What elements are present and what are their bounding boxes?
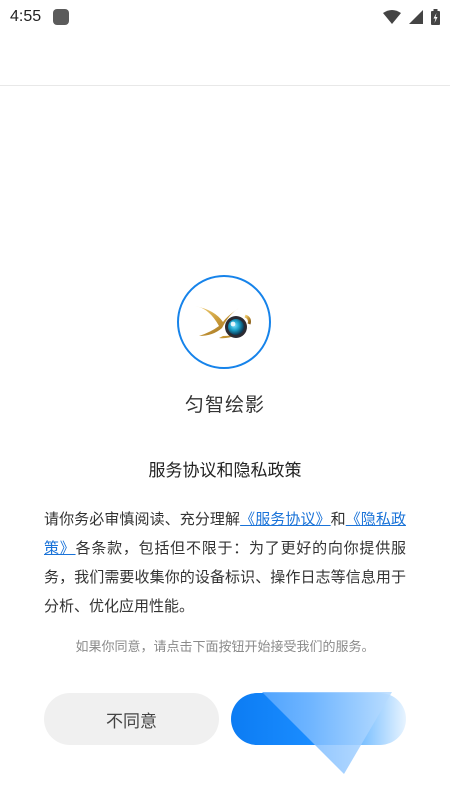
status-bar: 4:55	[0, 0, 450, 34]
agreement-body-text: 请你务必审慎阅读、充分理解《服务协议》和《隐私政策》各条款，包括但不限于：为了更…	[44, 505, 406, 621]
battery-charging-icon	[431, 9, 440, 25]
agree-button[interactable]	[231, 693, 406, 745]
logo-graphic	[195, 306, 251, 339]
status-left: 4:55	[10, 8, 70, 26]
notification-square-icon	[53, 9, 70, 25]
top-header	[0, 34, 450, 86]
status-time: 4:55	[10, 8, 42, 25]
service-agreement-link[interactable]: 《服务协议》	[240, 510, 331, 528]
body-and: 和	[330, 510, 346, 528]
app-logo-icon	[177, 275, 271, 369]
consent-hint: 如果你同意，请点击下面按钮开始接受我们的服务。	[75, 640, 375, 655]
app-name: 匀智绘影	[184, 394, 265, 416]
disagree-button[interactable]: 不同意	[44, 693, 219, 745]
status-right	[383, 9, 440, 25]
body-rest: 各条款，包括但不限于：为了更好的向你提供服务，我们需要收集你的设备标识、操作日志…	[44, 539, 406, 615]
privacy-consent-screen: 4:55 匀智绘影 服务协议和隐私政策 请你务必审慎阅读、充分理解《服务协议》和…	[0, 0, 450, 800]
wifi-icon	[383, 10, 401, 24]
cellular-signal-icon	[409, 10, 423, 24]
body-intro: 请你务必审慎阅读、充分理解	[44, 510, 241, 528]
dialog-title: 服务协议和隐私政策	[148, 461, 302, 481]
